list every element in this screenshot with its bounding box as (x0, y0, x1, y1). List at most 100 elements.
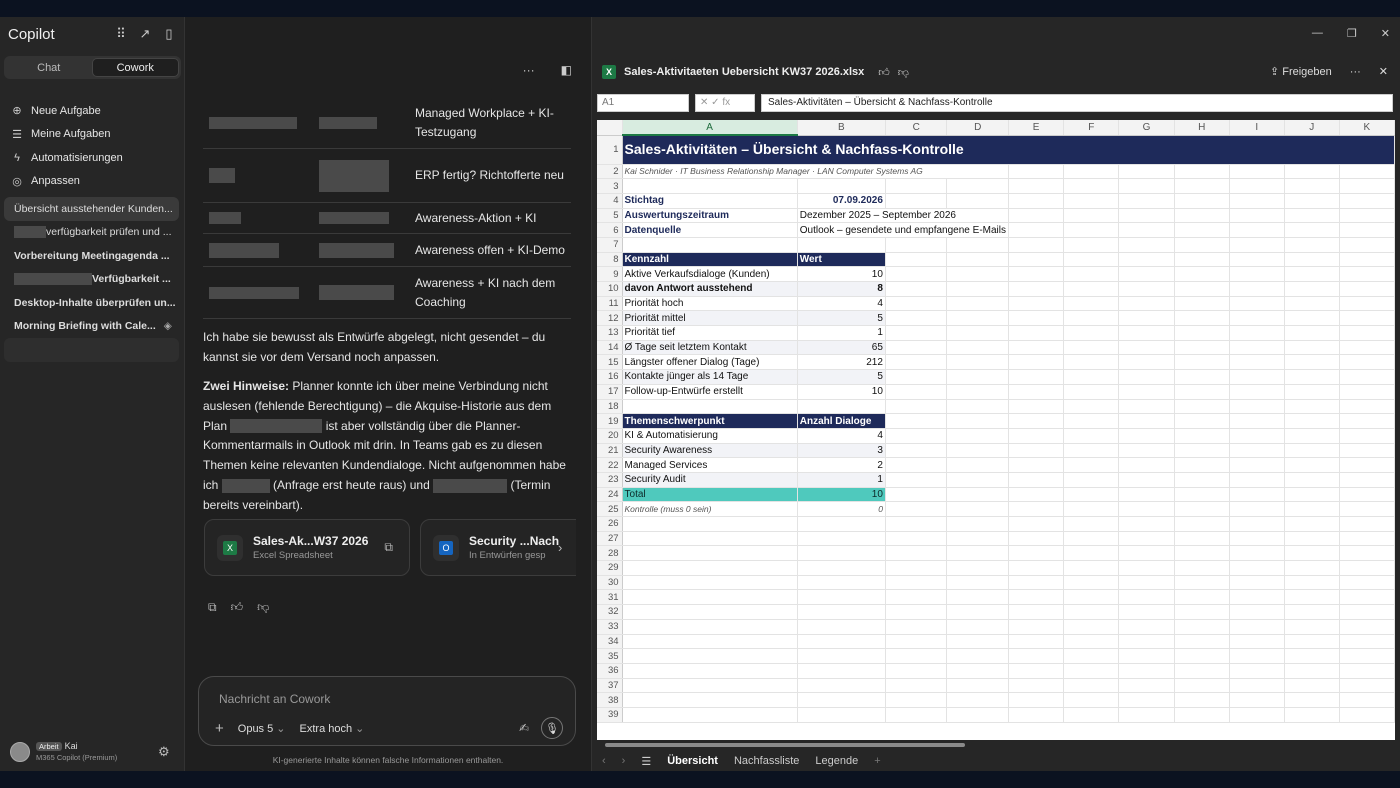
nav-automations[interactable]: ϟ Automatisierungen (10, 146, 180, 170)
cell[interactable]: Aktive Verkaufsdialoge (Kunden) (622, 266, 798, 282)
open-external-icon[interactable]: ⧉ (384, 540, 393, 555)
table-header-cell[interactable]: Themenschwerpunkt (622, 413, 798, 429)
cell[interactable]: Kontrolle (muss 0 sein) (622, 501, 798, 517)
cell[interactable]: 1 (797, 325, 886, 341)
total-cell[interactable]: Total (622, 487, 798, 503)
row-number[interactable]: 22 (597, 457, 623, 473)
cell[interactable]: Priorität hoch (622, 296, 798, 312)
column-header[interactable]: H (1174, 120, 1230, 136)
row-number[interactable]: 14 (597, 340, 623, 356)
row-number[interactable]: 10 (597, 281, 623, 297)
row-number[interactable]: 4 (597, 193, 623, 209)
row-number[interactable]: 32 (597, 604, 623, 620)
cell[interactable]: Security Audit (622, 472, 798, 488)
row-number[interactable]: 36 (597, 663, 623, 679)
cell[interactable]: 5 (797, 369, 886, 385)
toggle-sidebar-icon[interactable]: ▯ (162, 26, 176, 42)
formula-input[interactable]: Sales-Aktivitäten – Übersicht & Nachfass… (761, 94, 1393, 112)
row-number[interactable]: 7 (597, 237, 623, 253)
history-item[interactable]: Morning Briefing with Cale... ◈ (4, 315, 179, 339)
row-number[interactable]: 29 (597, 560, 623, 576)
total-cell[interactable]: 10 (797, 487, 886, 503)
row-number[interactable]: 26 (597, 516, 623, 532)
cell[interactable]: Ø Tage seit letztem Kontakt (622, 340, 798, 356)
cell[interactable]: Outlook – gesendete und empfangene E-Mai… (797, 222, 1009, 238)
corner-cell[interactable] (597, 120, 623, 136)
add-sheet-icon[interactable]: + (874, 755, 880, 767)
cell[interactable]: 65 (797, 340, 886, 356)
close-panel-icon[interactable]: ✕ (1379, 65, 1388, 78)
column-header[interactable]: E (1008, 120, 1065, 136)
cell[interactable]: 2 (797, 457, 886, 473)
sheet-tab-legend[interactable]: Legende (815, 755, 858, 767)
row-number[interactable]: 19 (597, 413, 623, 429)
thumbs-up-icon[interactable]: 👍︎ (231, 600, 244, 615)
nav-customize[interactable]: ◎ Anpassen (10, 170, 180, 194)
table-header-cell[interactable]: Wert (797, 252, 886, 268)
row-number[interactable]: 38 (597, 692, 623, 708)
history-item-redacted[interactable] (4, 338, 179, 362)
cell[interactable]: Priorität mittel (622, 310, 798, 327)
cell[interactable]: 4 (797, 296, 886, 312)
cell[interactable]: 212 (797, 354, 886, 371)
tab-chat[interactable]: Chat (6, 58, 92, 77)
history-item[interactable]: Desktop-Inhalte überprüfen un... (4, 291, 179, 315)
row-number[interactable]: 37 (597, 678, 623, 694)
apps-grid-icon[interactable]: ⠿ (114, 26, 128, 42)
thumbs-up-icon[interactable]: 👍︎ (878, 66, 890, 79)
row-number[interactable]: 17 (597, 384, 623, 400)
history-item[interactable]: verfügbarkeit prüfen und ... (4, 221, 179, 245)
row-number[interactable]: 12 (597, 310, 623, 327)
row-number[interactable]: 8 (597, 252, 623, 268)
cell[interactable]: Auswertungszeitraum (622, 208, 798, 224)
cell[interactable]: 5 (797, 310, 886, 327)
message-input[interactable]: Nachricht an Cowork (219, 692, 330, 706)
prev-sheet-icon[interactable]: ‹ (602, 755, 606, 767)
cell[interactable]: 4 (797, 428, 886, 444)
close-window-icon[interactable]: ✕ (1381, 27, 1390, 40)
cell[interactable]: Stichtag (622, 193, 798, 209)
cell[interactable]: Dezember 2025 – September 2026 (797, 208, 1009, 224)
row-number[interactable]: 28 (597, 545, 623, 562)
name-box[interactable]: A1 (597, 94, 689, 112)
cell[interactable]: 0 (797, 501, 886, 517)
horizontal-scrollbar[interactable] (597, 741, 1393, 749)
row-number[interactable]: 31 (597, 589, 623, 606)
history-item[interactable]: Verfügbarkeit ... (4, 268, 179, 292)
tab-cowork[interactable]: Cowork (91, 58, 179, 77)
row-number[interactable]: 15 (597, 354, 623, 371)
table-header-cell[interactable]: Anzahl Dialoge (797, 413, 886, 429)
spreadsheet-grid[interactable]: A B C D E F G H I J K 1 Sales-Aktivitäten… (597, 120, 1395, 740)
add-icon[interactable]: + (215, 720, 224, 737)
column-header[interactable]: A (622, 120, 798, 136)
column-header[interactable]: C (885, 120, 948, 136)
microphone-icon[interactable]: 🎙︎ (541, 717, 563, 739)
sheet-tab-overview[interactable]: Übersicht (667, 755, 718, 767)
format-icon[interactable]: ✍︎ (519, 721, 529, 735)
nav-my-tasks[interactable]: ☰ Meine Aufgaben (10, 123, 180, 147)
row-number[interactable]: 6 (597, 222, 623, 238)
more-options-icon[interactable]: ··· (1350, 66, 1361, 78)
subtitle-cell[interactable]: Kai Schnider · IT Business Relationship … (622, 164, 1009, 180)
minimize-icon[interactable]: — (1312, 27, 1323, 40)
cell[interactable]: 1 (797, 472, 886, 488)
scrollbar-thumb[interactable] (605, 743, 965, 747)
sheet-list-icon[interactable]: ☰ (641, 755, 651, 768)
new-window-icon[interactable]: ↗ (138, 26, 152, 42)
row-number[interactable]: 24 (597, 487, 623, 503)
settings-gear-icon[interactable]: ⚙ (158, 744, 170, 760)
sheet-tab-followup[interactable]: Nachfassliste (734, 755, 799, 767)
cell[interactable]: davon Antwort ausstehend (622, 281, 798, 297)
row-number[interactable]: 13 (597, 325, 623, 341)
attachment-card-outlook[interactable]: O Security ...Nach In Entwürfen gesp (420, 519, 576, 576)
row-number[interactable]: 2 (597, 164, 623, 180)
column-header[interactable]: D (946, 120, 1009, 136)
row-number[interactable]: 3 (597, 178, 623, 194)
row-number[interactable]: 23 (597, 472, 623, 488)
user-profile[interactable]: Arbeit Kai M365 Copilot (Premium) (10, 741, 117, 762)
cell[interactable]: Follow-up-Entwürfe erstellt (622, 384, 798, 400)
row-number[interactable]: 33 (597, 619, 623, 635)
cell[interactable]: Priorität tief (622, 325, 798, 341)
row-number[interactable]: 25 (597, 501, 623, 517)
history-item[interactable]: Übersicht ausstehender Kunden... (4, 197, 179, 221)
